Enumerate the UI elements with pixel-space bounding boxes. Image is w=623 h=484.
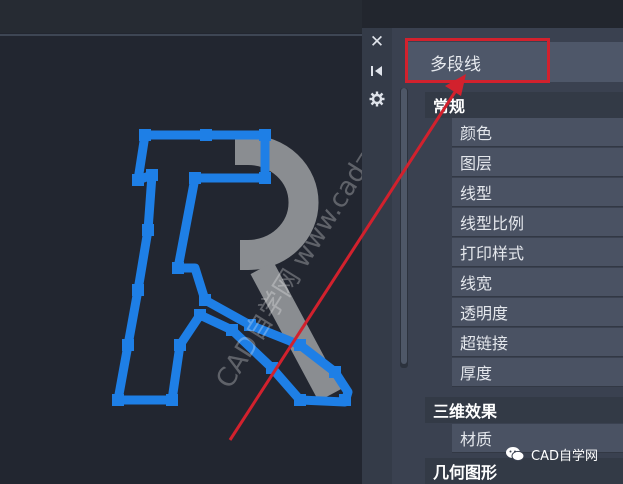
prop-transparency[interactable]: 透明度 [452, 298, 623, 327]
close-icon[interactable]: ✕ [367, 32, 387, 52]
prop-label: 厚度 [460, 364, 493, 383]
prop-layer[interactable]: 图层 [452, 148, 623, 177]
drawing-canvas[interactable]: CAD自学网 www.cadzxw.com [0, 0, 362, 484]
palette-title-strip: ✕ [362, 28, 392, 484]
scrollbar-thumb[interactable] [401, 88, 407, 364]
prop-label: 线宽 [460, 274, 493, 293]
prop-label: 材质 [460, 430, 493, 449]
red-highlight-box [405, 38, 550, 83]
gear-icon[interactable] [367, 89, 387, 109]
canvas-drawing: CAD自学网 www.cadzxw.com [112, 64, 362, 407]
watermark-footer: CAD自学网 [505, 444, 598, 464]
prop-label: 图层 [460, 154, 493, 173]
prop-color[interactable]: 颜色 [452, 118, 623, 147]
wechat-icon [506, 447, 525, 462]
prop-hyperlink[interactable]: 超链接 [452, 328, 623, 357]
prop-thickness[interactable]: 厚度 [452, 358, 623, 387]
prop-label: 线型 [460, 184, 493, 203]
prop-lineweight[interactable]: 线宽 [452, 268, 623, 297]
prop-label: 超链接 [460, 334, 509, 353]
prop-label: 透明度 [460, 304, 509, 323]
prop-linetype[interactable]: 线型 [452, 178, 623, 207]
category-general[interactable]: 常规 [425, 92, 623, 118]
palette-scrollbar[interactable] [400, 88, 408, 368]
category-label: 常规 [433, 97, 466, 116]
prop-label: 打印样式 [460, 244, 525, 263]
prop-label: 颜色 [460, 124, 493, 143]
prop-linetype-scale[interactable]: 线型比例 [452, 208, 623, 237]
properties-palette: ✕ 多段线 常规 颜色 图层 线型 线型比例 打印样式 线宽 透明度 超链接 厚… [362, 28, 623, 484]
auto-hide-icon[interactable] [367, 61, 387, 81]
watermark-text: CAD自学网 [531, 448, 598, 464]
category-label: 三维效果 [433, 402, 498, 421]
prop-plot-style[interactable]: 打印样式 [452, 238, 623, 267]
prop-label: 线型比例 [460, 214, 525, 233]
category-3d-visualization[interactable]: 三维效果 [425, 397, 623, 423]
category-label: 几何图形 [433, 463, 498, 482]
